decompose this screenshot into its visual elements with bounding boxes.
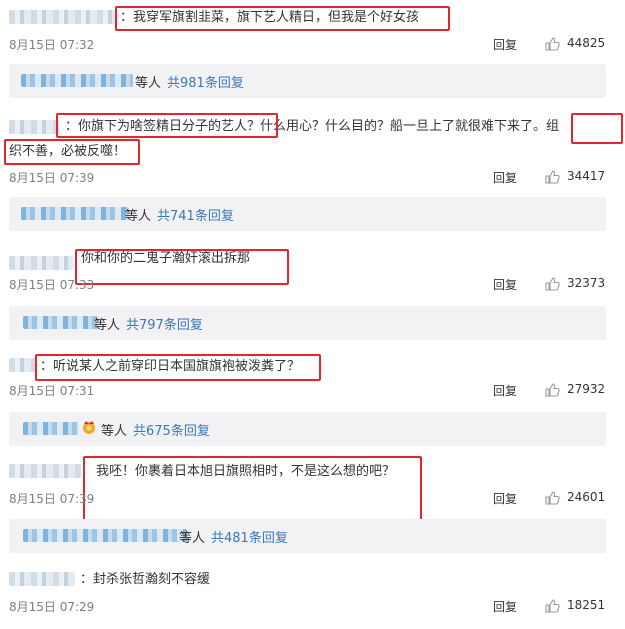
comment-date: 8月15日 07:32 [9, 38, 95, 52]
summary-deng: 等人 [125, 209, 152, 224]
username-blurred[interactable] [9, 572, 75, 586]
username-blurred[interactable] [9, 464, 81, 478]
username-blurred[interactable] [9, 120, 59, 134]
comment-date: 8月15日 07:31 [9, 384, 95, 398]
username-blurred[interactable] [9, 358, 37, 372]
like-count: 44825 [567, 36, 606, 50]
reply-summary[interactable]: 等人 共675条回复 [9, 412, 606, 446]
highlight-box [75, 249, 289, 285]
highlight-box [35, 354, 321, 381]
like-count: 32373 [567, 276, 606, 290]
summary-deng: 等人 [179, 531, 206, 546]
reply-total-link[interactable]: 共481条回复 [211, 527, 288, 546]
username-blurred[interactable] [9, 256, 73, 270]
thumbs-up-icon[interactable] [545, 599, 560, 613]
highlight-box [4, 139, 140, 165]
reply-total-link[interactable]: 共675条回复 [133, 420, 210, 439]
reply-button[interactable]: 回复 [493, 169, 517, 186]
highlight-box [115, 6, 450, 31]
reply-button[interactable]: 回复 [493, 598, 517, 615]
like-count: 34417 [567, 169, 606, 183]
highlight-box [83, 456, 422, 521]
reply-summary[interactable]: 等人 共797条回复 [9, 306, 606, 340]
like-count: 27932 [567, 382, 606, 396]
comment-text: ：封杀张哲瀚刻不容缓 [80, 572, 211, 587]
replier-names-blurred [23, 316, 100, 329]
like-count: 24601 [567, 490, 606, 504]
thumbs-up-icon[interactable] [545, 491, 560, 505]
summary-deng: 等人 [94, 318, 121, 333]
like-count: 18251 [567, 598, 606, 612]
comment-date: 8月15日 07:39 [9, 492, 95, 506]
reply-total-link[interactable]: 共797条回复 [126, 314, 203, 333]
reply-summary[interactable]: 等人 共481条回复 [9, 519, 606, 553]
reply-total-link[interactable]: 共741条回复 [157, 205, 234, 224]
reply-button[interactable]: 回复 [493, 276, 517, 293]
comment-date: 8月15日 07:39 [9, 171, 95, 185]
replier-names-blurred [21, 207, 129, 220]
summary-deng: 等人 [101, 424, 128, 439]
highlight-box [571, 113, 623, 144]
replier-names-blurred [21, 74, 133, 87]
reply-summary[interactable]: 等人 共981条回复 [9, 64, 606, 98]
comment-date: 8月15日 07:33 [9, 278, 95, 292]
comment-date: 8月15日 07:29 [9, 600, 95, 614]
username-blurred[interactable] [9, 10, 119, 24]
reply-button[interactable]: 回复 [493, 36, 517, 53]
thumbs-up-icon[interactable] [545, 277, 560, 291]
reply-button[interactable]: 回复 [493, 382, 517, 399]
reply-button[interactable]: 回复 [493, 490, 517, 507]
replier-names-blurred [23, 529, 187, 542]
thumbs-up-icon[interactable] [545, 170, 560, 184]
reply-total-link[interactable]: 共981条回复 [167, 72, 244, 91]
summary-deng: 等人 [135, 76, 162, 91]
thumbs-up-icon[interactable] [545, 37, 560, 51]
thumbs-up-icon[interactable] [545, 383, 560, 397]
highlight-box [56, 113, 278, 138]
replier-names-blurred [23, 422, 79, 435]
crown-badge-icon [83, 421, 95, 434]
reply-summary[interactable]: 等人 共741条回复 [9, 197, 606, 231]
